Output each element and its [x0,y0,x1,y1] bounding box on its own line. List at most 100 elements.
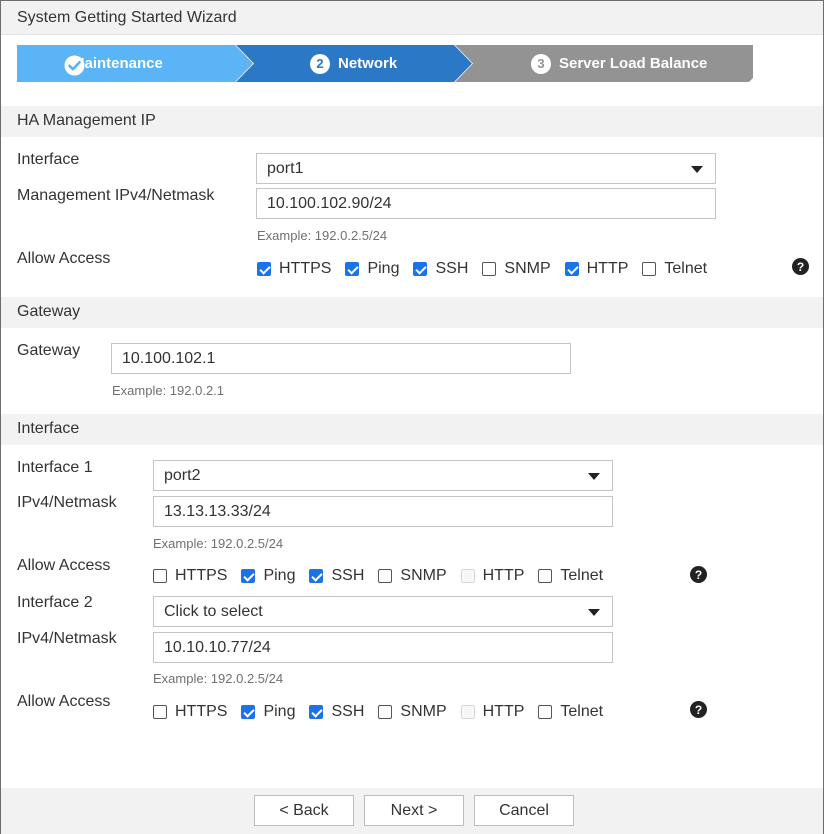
access-checkbox-http: HTTP [460,567,525,585]
interface1-ip-input[interactable]: 13.13.13.33/24 [153,496,613,527]
checkbox-empty-icon [378,569,393,583]
interface1-label: Interface 1 [17,459,93,476]
access-checkbox-ssh[interactable]: SSH [309,567,364,585]
gateway-example: Example: 192.0.2.1 [112,383,225,398]
cancel-button[interactable]: Cancel [474,795,574,826]
access-checkbox-https[interactable]: HTTPS [153,567,227,585]
access-checkbox-telnet[interactable]: Telnet [538,703,603,721]
checkbox-empty-icon [153,705,167,719]
access-checkbox-http: HTTP [460,703,524,721]
ha-mgmt-ip-input[interactable]: 10.100.102.90/24 [256,188,716,219]
section-title: HA Management IP [17,112,156,129]
checkbox-label: Telnet [560,567,604,584]
checkbox-label: Telnet [560,703,604,720]
window-title: System Getting Started Wizard [17,9,237,26]
step-label: Network [338,55,398,72]
select-value: port2 [164,466,201,484]
checkbox-label: Ping [263,703,296,720]
checkbox-checked-icon [345,262,360,276]
step-maintenance[interactable]: Maintenance [17,45,255,82]
interface1-select[interactable]: port2 [153,460,613,491]
checkbox-empty-icon [538,705,553,719]
ha-mgmt-ip-label: Management IPv4/Netmask [17,187,215,204]
step-number: 2 [310,53,330,74]
question-circle-icon[interactable]: ? [690,701,707,718]
ha-mgmt-ip-example: Example: 192.0.2.5/24 [257,228,388,243]
back-button[interactable]: < Back [254,795,354,826]
section-ha-management-ip: HA Management IP [1,106,823,137]
access-checkbox-https[interactable]: HTTPS [257,260,331,278]
wizard-dialog: System Getting Started Wizard Maintenanc… [0,0,824,834]
ha-allow-access-label: Allow Access [17,250,111,267]
checkbox-empty-icon [642,262,657,276]
access-checkbox-ssh[interactable]: SSH [309,703,364,721]
interface1-allow-access-options: HTTPS Ping SSH SNMP HTTP Telnet [153,566,603,586]
step-label: Server Load Balance [559,55,708,72]
checkbox-empty-icon [538,569,553,583]
access-checkbox-snmp[interactable]: SNMP [482,260,551,278]
ha-interface-label: Interface [17,151,80,168]
interface2-ip-example: Example: 192.0.2.5/24 [153,671,284,686]
checkbox-checked-icon [309,569,324,583]
checkbox-empty-icon [460,569,475,583]
next-button[interactable]: Next > [364,795,464,826]
access-checkbox-ping[interactable]: Ping [345,260,399,278]
select-value: Click to select [164,602,263,620]
checkbox-empty-icon [460,705,475,719]
access-checkbox-ping[interactable]: Ping [241,567,295,585]
checkbox-label: Ping [263,567,296,584]
interface1-ip-label: IPv4/Netmask [17,494,117,511]
question-circle-icon[interactable]: ? [690,566,707,583]
step-network[interactable]: 2 Network [236,45,492,82]
caret-down-icon [588,473,600,480]
input-value: 10.100.102.90/24 [267,194,392,212]
interface2-select[interactable]: Click to select [153,596,613,627]
checkbox-label: SNMP [400,567,447,584]
gateway-input[interactable]: 10.100.102.1 [111,343,571,374]
checkbox-checked-icon [564,262,579,276]
checkbox-label: SSH [435,260,469,277]
checkbox-label: Ping [367,260,400,277]
access-checkbox-telnet[interactable]: Telnet [642,260,707,278]
step-server-load-balance[interactable]: 3 Server Load Balance [455,45,753,82]
checkbox-label: HTTPS [279,260,332,277]
step-number: 3 [531,53,551,74]
checkbox-empty-icon [378,705,393,719]
ha-interface-select[interactable]: port1 [256,153,716,184]
wizard-steps: Maintenance 2 Network 3 Server Load Bala… [17,45,757,82]
checkbox-checked-icon [257,262,271,276]
caret-down-icon [588,609,600,616]
access-checkbox-ping[interactable]: Ping [241,703,295,721]
title-bar: System Getting Started Wizard [1,1,823,35]
checkbox-label: SSH [331,703,365,720]
input-value: 10.100.102.1 [122,349,216,367]
section-title: Gateway [17,303,81,320]
caret-down-icon [691,166,703,173]
access-checkbox-http[interactable]: HTTP [564,260,629,278]
input-value: 10.10.10.77/24 [164,638,271,656]
checkbox-label: HTTP [482,567,525,584]
checkbox-checked-icon [413,262,428,276]
interface1-ip-example: Example: 192.0.2.5/24 [153,536,284,551]
access-checkbox-telnet[interactable]: Telnet [538,567,603,585]
checkbox-checked-icon [241,705,256,719]
checkbox-label: HTTPS [175,567,228,584]
interface2-allow-access-label: Allow Access [17,693,111,710]
checkbox-label: HTTPS [175,703,228,720]
question-circle-icon[interactable]: ? [792,258,809,275]
input-value: 13.13.13.33/24 [164,502,271,520]
checkbox-label: HTTP [586,260,629,277]
interface2-ip-input[interactable]: 10.10.10.77/24 [153,632,613,663]
interface2-ip-label: IPv4/Netmask [17,630,117,647]
interface1-allow-access-label: Allow Access [17,557,111,574]
access-checkbox-snmp[interactable]: SNMP [378,567,447,585]
section-gateway: Gateway [1,297,823,328]
checkbox-label: SSH [331,567,365,584]
access-checkbox-snmp[interactable]: SNMP [378,703,447,721]
access-checkbox-ssh[interactable]: SSH [413,260,468,278]
checkbox-checked-icon [241,569,256,583]
checkbox-label: SNMP [400,703,447,720]
checkbox-checked-icon [309,705,324,719]
access-checkbox-https[interactable]: HTTPS [153,703,227,721]
select-value: port1 [267,159,304,177]
